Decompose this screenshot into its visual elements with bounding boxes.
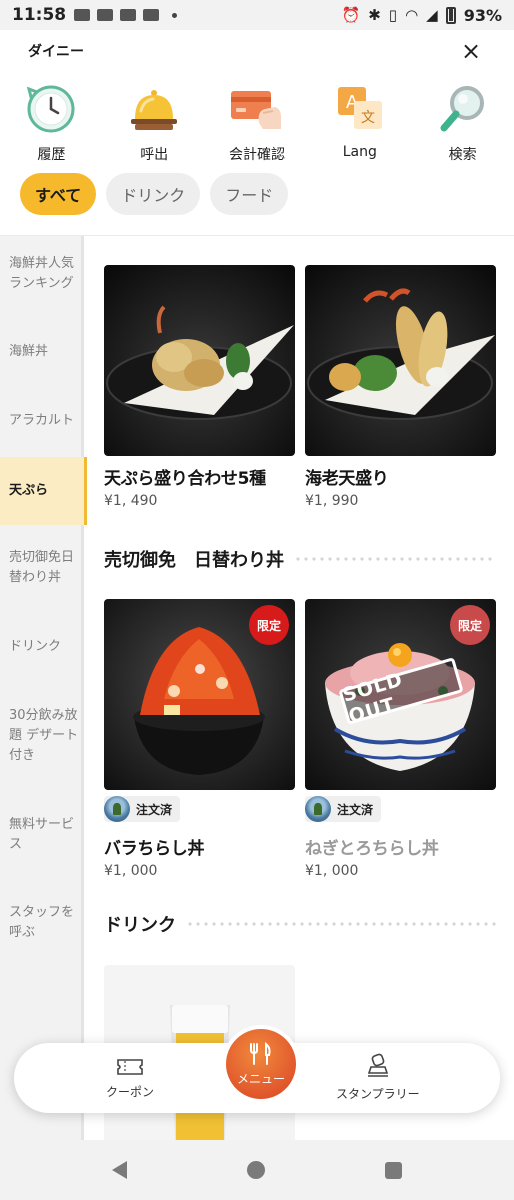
section-title-drink: ドリンク xyxy=(104,911,496,937)
alarm-icon: ⏰ xyxy=(341,6,361,24)
app-title: ダイニー xyxy=(28,44,84,60)
menu-content: 天ぷら盛り合わせ5種 ¥1, 490 海老天盛り ¥1, 990 売切御免 日替… xyxy=(84,236,514,1140)
section-divider-dots xyxy=(294,557,496,561)
close-button[interactable]: × xyxy=(456,36,486,66)
stamp-rally-nav-button[interactable]: スタンプラリー xyxy=(336,1053,420,1102)
recent-apps-icon[interactable] xyxy=(385,1161,402,1179)
checkout-label: 会計確認 xyxy=(228,147,285,163)
menu-item-price: ¥1, 990 xyxy=(305,493,359,509)
ebi-tempura-photo xyxy=(305,265,496,456)
more-notifications-icon xyxy=(172,12,178,18)
tag-notification-icon xyxy=(143,9,160,21)
menu-item-price: ¥1, 490 xyxy=(104,493,158,509)
bottom-navigation: クーポン メニュー スタンプラリー xyxy=(14,1025,500,1113)
menu-item-price: ¥1, 000 xyxy=(305,863,359,879)
language-button[interactable]: A 文 Lang xyxy=(308,80,411,168)
tempura-assortment-photo xyxy=(104,265,295,456)
app-header: ダイニー × xyxy=(0,30,514,72)
sidebar-item-call-staff[interactable]: スタッフを呼ぶ xyxy=(0,903,84,943)
menu-item-card[interactable]: 限定 注文済 バラちらし丼 ¥1, 000 xyxy=(104,599,295,879)
sidebar-item-free-service[interactable]: 無料サービス xyxy=(0,815,84,855)
bluetooth-icon: ✱ xyxy=(368,6,381,24)
avatar xyxy=(305,796,331,822)
menu-item-name: バラちらし丼 xyxy=(104,839,205,859)
category-sidebar: 海鮮丼人気ランキング 海鮮丼 アラカルト 天ぷら 売切御免日替わり丼 ドリンク … xyxy=(0,236,87,1140)
filter-tabs: すべて ドリンク フード xyxy=(20,173,289,215)
sidebar-item-drink[interactable]: ドリンク xyxy=(0,637,84,657)
limited-badge: 限定 xyxy=(450,605,490,645)
service-bell-icon xyxy=(125,80,183,138)
section-title-text: 売切御免 日替わり丼 xyxy=(104,550,284,571)
menu-item-name: 天ぷら盛り合わせ5種 xyxy=(104,469,266,489)
clock-history-icon xyxy=(22,80,80,138)
translate-icon: A 文 xyxy=(331,80,389,138)
line-notification-icon xyxy=(97,9,114,21)
gmail-notification-icon xyxy=(74,9,91,21)
search-button[interactable]: 検索 xyxy=(411,80,514,168)
menu-item-card[interactable]: 限定 SOLD OUT 注文済 ねぎとろちらし丼 ¥1, 000 xyxy=(305,599,496,879)
fork-knife-icon xyxy=(250,1041,271,1065)
app-notification-icon xyxy=(120,9,137,21)
call-staff-button[interactable]: 呼出 xyxy=(103,80,206,168)
sidebar-item-alacarte[interactable]: アラカルト xyxy=(0,411,84,431)
history-label: 履歴 xyxy=(37,147,66,163)
wifi-icon: ◠ xyxy=(405,6,419,24)
menu-nav-button[interactable]: メニュー xyxy=(226,1029,296,1099)
status-right: ⏰ ✱ ▯ ◠ ◢ 93% xyxy=(342,6,502,25)
menu-nav-button-wrap: メニュー xyxy=(222,1025,300,1103)
sidebar-item-tempura[interactable]: 天ぷら xyxy=(0,457,87,525)
negitoro-chirashi-photo: 限定 SOLD OUT xyxy=(305,599,496,790)
tab-all[interactable]: すべて xyxy=(20,173,97,215)
language-label: Lang xyxy=(342,144,377,160)
sidebar-item-ranking[interactable]: 海鮮丼人気ランキング xyxy=(0,254,84,294)
sidebar-item-all-you-can-drink[interactable]: 30分飲み放題 デザート付き xyxy=(0,706,84,766)
status-bar: 11:58 ⏰ ✱ ▯ ◠ ◢ 93% xyxy=(0,0,514,30)
menu-item-name: 海老天盛り xyxy=(305,469,389,489)
tab-drink[interactable]: ドリンク xyxy=(106,173,201,215)
ordered-label: 注文済 xyxy=(337,802,374,817)
battery-percent: 93% xyxy=(463,5,502,25)
ticket-icon xyxy=(117,1059,143,1075)
section-divider-dots xyxy=(186,922,496,926)
avatar xyxy=(104,796,130,822)
history-button[interactable]: 履歴 xyxy=(0,80,103,168)
menu-item-card[interactable]: 天ぷら盛り合わせ5種 ¥1, 490 xyxy=(104,265,295,509)
system-navigation-bar xyxy=(0,1140,514,1200)
tab-food[interactable]: フード xyxy=(210,173,289,215)
menu-label: メニュー xyxy=(236,1071,285,1086)
section-title-text: ドリンク xyxy=(104,915,176,936)
coupon-label: クーポン xyxy=(106,1085,155,1099)
battery-icon xyxy=(445,6,456,24)
ordered-badge: 注文済 xyxy=(305,796,382,822)
close-icon: × xyxy=(460,37,482,65)
svg-text:文: 文 xyxy=(361,110,375,126)
coupon-nav-button[interactable]: クーポン xyxy=(106,1057,154,1100)
ordered-badge: 注文済 xyxy=(104,796,181,822)
sidebar-item-daily-bowl[interactable]: 売切御免日替わり丼 xyxy=(0,548,84,588)
menu-item-price: ¥1, 000 xyxy=(104,863,158,879)
vibrate-icon: ▯ xyxy=(388,6,398,24)
quick-actions: 履歴 呼出 会計確認 A 文 Lang 検索 xyxy=(0,80,514,168)
section-title-daily-bowl: 売切御免 日替わり丼 xyxy=(104,546,496,572)
search-label: 検索 xyxy=(448,147,477,163)
bara-chirashi-photo: 限定 xyxy=(104,599,295,790)
menu-item-card[interactable]: 海老天盛り ¥1, 990 xyxy=(305,265,496,509)
ordered-label: 注文済 xyxy=(136,802,173,817)
stamp-icon xyxy=(367,1053,388,1077)
credit-card-icon xyxy=(228,80,286,138)
status-time: 11:58 xyxy=(12,5,67,25)
checkout-button[interactable]: 会計確認 xyxy=(206,80,309,168)
limited-badge: 限定 xyxy=(249,605,289,645)
magnifier-icon xyxy=(434,80,492,138)
home-icon[interactable] xyxy=(247,1161,265,1179)
sidebar-item-kaisendon[interactable]: 海鮮丼 xyxy=(0,342,84,362)
back-icon[interactable] xyxy=(112,1161,127,1179)
menu-item-name: ねぎとろちらし丼 xyxy=(305,839,439,859)
call-label: 呼出 xyxy=(140,147,169,163)
signal-icon: ◢ xyxy=(426,6,438,24)
stamp-label: スタンプラリー xyxy=(336,1087,420,1101)
